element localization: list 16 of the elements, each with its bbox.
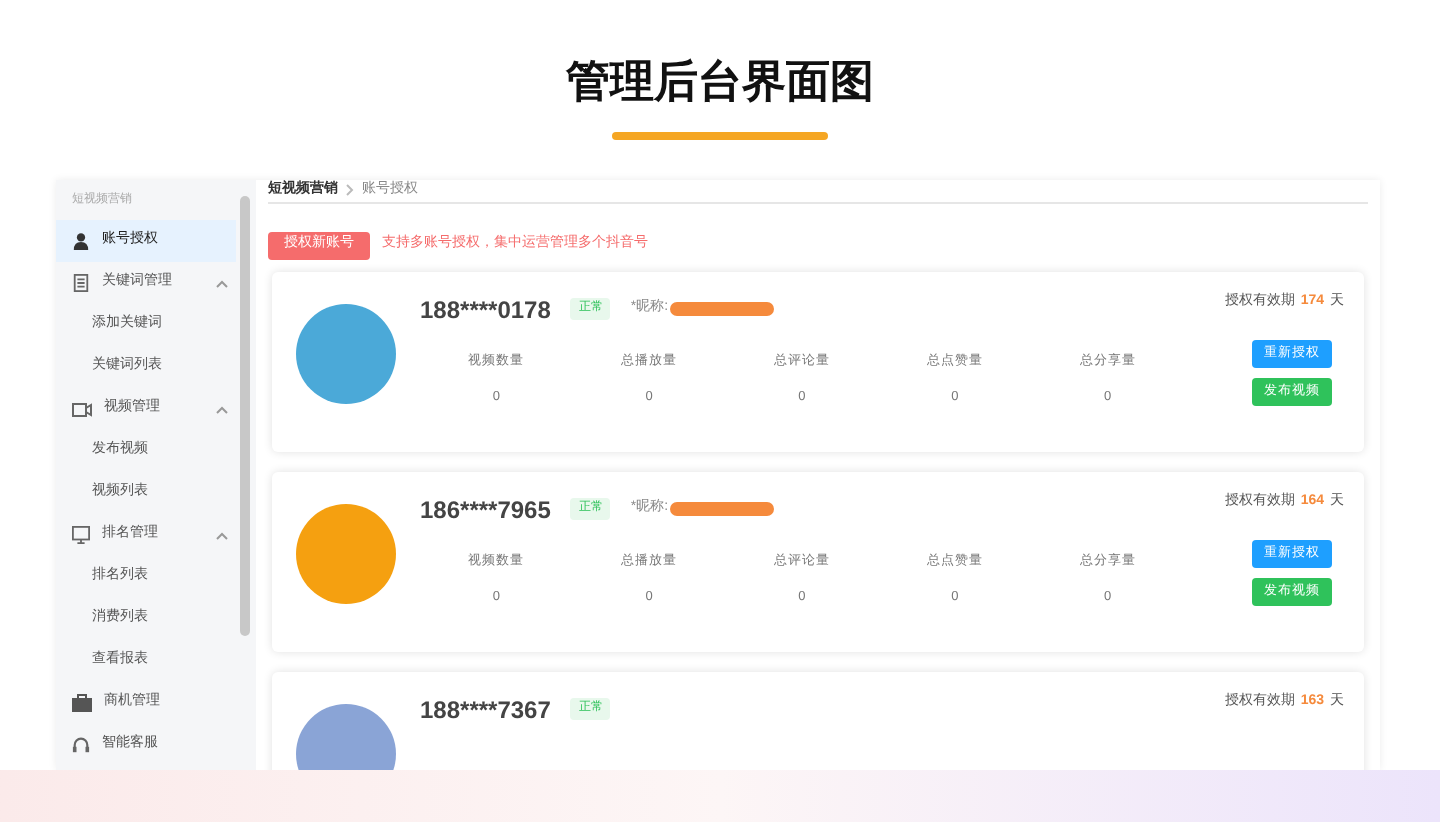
headset-icon bbox=[72, 736, 90, 754]
briefcase-icon bbox=[72, 694, 92, 712]
chevron-right-icon bbox=[346, 184, 354, 197]
phone-number: 188****7367 bbox=[420, 693, 551, 727]
avatar-photo-placeholder bbox=[296, 303, 396, 403]
scrollbar[interactable] bbox=[240, 196, 250, 636]
monitor-icon bbox=[72, 526, 90, 544]
video-camera-icon bbox=[72, 401, 92, 417]
phone-number: 186****7965 bbox=[420, 493, 551, 527]
user-icon bbox=[72, 232, 90, 250]
redaction-mark bbox=[670, 302, 775, 316]
page-title: 管理后台界面图 bbox=[566, 56, 874, 112]
document-icon bbox=[72, 274, 90, 292]
avatar-photo-placeholder bbox=[296, 503, 396, 603]
phone-number: 188****0178 bbox=[420, 293, 551, 327]
redaction-mark bbox=[670, 502, 775, 516]
